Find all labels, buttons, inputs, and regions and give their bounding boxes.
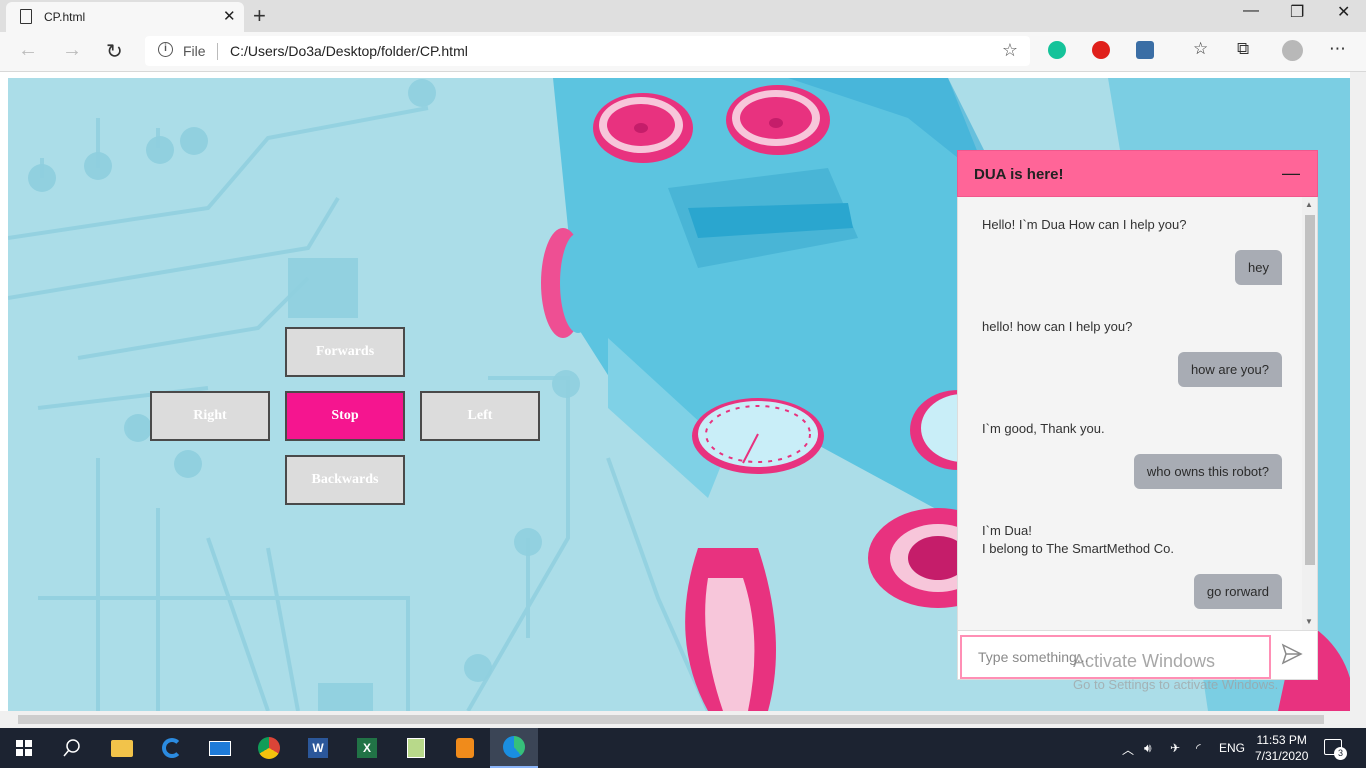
restore-icon[interactable]: ❐ (1290, 2, 1304, 22)
refresh-icon[interactable]: ↻ (106, 39, 123, 64)
user-message: hey (1235, 250, 1282, 285)
address-scheme: File (183, 43, 206, 59)
user-message: how are you? (1177, 352, 1282, 387)
stop-button[interactable]: Stop (285, 391, 405, 441)
start-windows-icon[interactable] (0, 728, 48, 768)
address-divider (217, 43, 218, 60)
volume-icon[interactable]: 🔊︎ (1144, 741, 1152, 756)
chat-scrollbar-thumb[interactable] (1305, 215, 1315, 565)
page-horizontal-scrollbar[interactable] (0, 711, 1366, 728)
bot-message: I belong to The SmartMethod Co. (982, 541, 1174, 556)
show-hidden-icons[interactable]: ︿ (1122, 741, 1134, 758)
send-icon[interactable] (1281, 643, 1303, 665)
chrome-icon[interactable] (245, 728, 293, 768)
word-icon[interactable]: W (294, 728, 342, 768)
notification-badge: 3 (1334, 747, 1347, 760)
browser-navbar: ← → ↻ i File C:/Users/Do3a/Desktop/folde… (0, 32, 1366, 72)
activate-windows-watermark: Activate Windows (1073, 651, 1216, 671)
right-button[interactable]: Right (150, 391, 270, 441)
bot-message: I`m good, Thank you. (982, 421, 1105, 436)
bot-message: hello! how can I help you? (982, 319, 1133, 334)
horizontal-scrollbar-thumb[interactable] (18, 715, 1324, 724)
windows-taskbar: W X ︿ 🔊︎ ✈︎ ◜ ENG 11:53 PM 7/31/2020 3 (0, 728, 1366, 768)
adblock-icon[interactable] (1092, 41, 1110, 59)
mail-icon[interactable] (196, 728, 244, 768)
bot-message: I`m Dua! (982, 523, 1032, 538)
address-bar[interactable]: i File C:/Users/Do3a/Desktop/folder/CP.h… (145, 36, 1030, 66)
more-menu-icon[interactable]: ⋯ (1329, 39, 1346, 59)
grammarly-icon[interactable] (1048, 41, 1066, 59)
user-message: who owns this robot? (1133, 454, 1282, 489)
file-explorer-icon[interactable] (98, 728, 146, 768)
collections-icon[interactable]: ⧉ (1237, 39, 1249, 59)
forwards-button[interactable]: Forwards (285, 327, 405, 377)
system-clock[interactable]: 11:53 PM 7/31/2020 (1255, 732, 1308, 764)
chat-header[interactable]: DUA is here! — (957, 150, 1318, 197)
tab-title: CP.html (44, 10, 86, 24)
close-tab-icon[interactable]: ✕ (223, 7, 236, 25)
browser-titlebar: CP.html ✕ + — ❐ ✕ (0, 0, 1366, 32)
activate-windows-subtitle: Go to Settings to activate Windows. (1073, 677, 1279, 692)
extension-icon[interactable] (1136, 41, 1154, 59)
network-icon[interactable]: ✈︎ (1170, 741, 1180, 755)
minimize-icon[interactable]: — (1243, 2, 1259, 20)
info-icon[interactable]: i (158, 42, 173, 57)
chat-widget: DUA is here! — Hello! I`m Dua How can I … (957, 150, 1318, 680)
chat-title: DUA is here! (974, 166, 1064, 183)
user-message: go rorward (1193, 574, 1282, 609)
scroll-down-arrow-icon[interactable]: ▼ (1305, 617, 1313, 626)
back-icon[interactable]: ← (18, 39, 38, 62)
edge-browser-icon[interactable] (490, 728, 538, 768)
close-window-icon[interactable]: ✕ (1337, 2, 1350, 22)
sublime-text-icon[interactable] (441, 728, 489, 768)
wifi-icon[interactable]: ◜ (1196, 741, 1201, 755)
document-icon (20, 9, 32, 24)
edge-legacy-icon[interactable] (148, 728, 196, 768)
minimize-chat-icon[interactable]: — (1282, 163, 1300, 184)
address-url[interactable]: C:/Users/Do3a/Desktop/folder/CP.html (230, 43, 468, 59)
backwards-button[interactable]: Backwards (285, 455, 405, 505)
clock-time: 11:53 PM (1256, 733, 1307, 747)
favorite-star-icon[interactable]: ☆ (1002, 40, 1018, 61)
language-indicator[interactable]: ENG (1219, 741, 1245, 755)
clock-date: 7/31/2020 (1255, 749, 1309, 763)
notepad-icon[interactable] (392, 728, 440, 768)
bot-message: Hello! I`m Dua How can I help you? (982, 217, 1187, 232)
forward-icon[interactable]: → (62, 39, 82, 62)
search-icon[interactable] (48, 728, 96, 768)
excel-icon[interactable]: X (343, 728, 391, 768)
scroll-up-arrow-icon[interactable]: ▲ (1305, 200, 1313, 209)
new-tab-button[interactable]: + (253, 3, 266, 29)
browser-tab[interactable]: CP.html ✕ (6, 2, 244, 32)
favorites-icon[interactable]: ☆ (1193, 39, 1208, 59)
page-vertical-scrollbar[interactable] (1350, 72, 1366, 712)
left-button[interactable]: Left (420, 391, 540, 441)
notification-center-icon[interactable]: 3 (1324, 739, 1347, 760)
profile-avatar[interactable] (1282, 40, 1303, 61)
chat-messages[interactable]: Hello! I`m Dua How can I help you? hey h… (957, 197, 1318, 630)
chat-scrollbar[interactable]: ▲ ▼ (1302, 197, 1317, 630)
